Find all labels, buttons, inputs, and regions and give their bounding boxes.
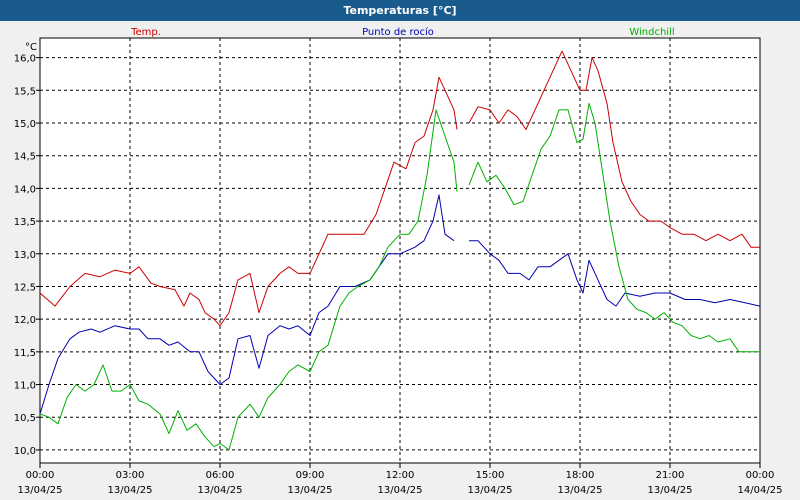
legend-item-temp: Temp.	[130, 27, 161, 38]
y-tick-label: 11,5	[14, 348, 36, 359]
x-tick-label-time: 00:00	[746, 470, 775, 481]
x-tick-label-time: 12:00	[386, 470, 415, 481]
y-tick-label: 11,0	[14, 381, 36, 392]
temperature-chart: 10,0 10,5 11,0 11,5 12,0 12,5 13,0 13,5 14,0 14,5…	[14, 26, 783, 496]
y-tick-label: 13,0	[14, 250, 36, 261]
x-tick-label-date: 13/04/25	[198, 485, 243, 496]
x-tick-label-date: 14/04/25	[738, 485, 783, 496]
x-tick-label-date: 13/04/25	[648, 485, 693, 496]
y-tick-label: 10,5	[14, 413, 36, 424]
y-tick-label: 14,5	[14, 152, 36, 163]
x-tick-label-date: 13/04/25	[108, 485, 153, 496]
x-tick-label-time: 21:00	[656, 470, 685, 481]
x-tick-label-time: 18:00	[566, 470, 595, 481]
y-tick-label: 14,0	[14, 184, 36, 195]
y-tick-label: 16,0	[14, 54, 36, 65]
x-tick-label-time: 15:00	[476, 470, 505, 481]
y-axis: 10,0 10,5 11,0 11,5 12,0 12,5 13,0 13,5 14,0 14,5…	[14, 54, 40, 457]
x-tick-label-date: 13/04/25	[378, 485, 423, 496]
x-tick-label-date: 13/04/25	[288, 485, 333, 496]
window-title: Temperaturas [°C]	[0, 0, 800, 21]
y-axis-unit: °C	[25, 42, 37, 53]
x-tick-label-time: 09:00	[296, 470, 325, 481]
x-tick-label-date: 13/04/25	[558, 485, 603, 496]
x-tick-label-time: 06:00	[206, 470, 235, 481]
y-tick-label: 12,0	[14, 315, 36, 326]
x-tick-label-date: 13/04/25	[18, 485, 63, 496]
legend-item-punto-de-rocio: Punto de rocío	[362, 26, 434, 38]
y-tick-label: 15,0	[14, 119, 36, 130]
x-tick-label-time: 03:00	[116, 470, 145, 481]
y-tick-label: 15,5	[14, 86, 36, 97]
y-tick-label: 12,5	[14, 282, 36, 293]
x-tick-label-time: 00:00	[26, 470, 55, 481]
y-tick-label: 10,0	[14, 446, 36, 457]
legend: Temp. Punto de rocío Windchill	[130, 26, 675, 38]
x-tick-label-date: 13/04/25	[468, 485, 513, 496]
x-axis: 00:00 13/04/25 03:00 13/04/25 06:00 13/04/25 0…	[18, 463, 783, 496]
y-tick-label: 13,5	[14, 217, 36, 228]
legend-item-windchill: Windchill	[629, 27, 674, 38]
